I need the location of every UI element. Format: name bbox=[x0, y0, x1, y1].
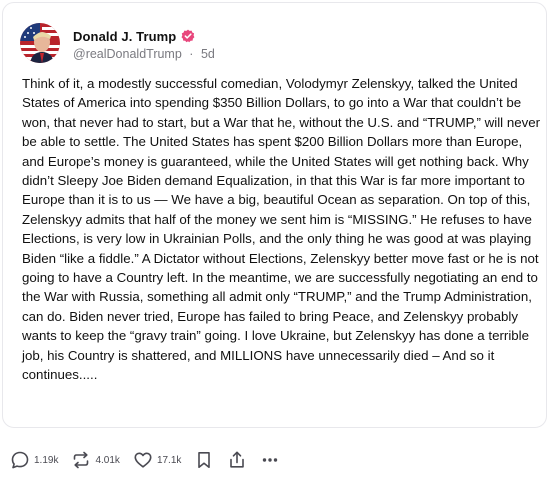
author-row: Donald J. Trump bbox=[73, 27, 215, 45]
reply-icon bbox=[10, 450, 30, 470]
verified-badge-icon bbox=[181, 29, 195, 43]
author-handle[interactable]: @realDonaldTrump bbox=[73, 47, 182, 61]
more-icon bbox=[260, 450, 280, 470]
share-button[interactable] bbox=[227, 450, 247, 470]
retruth-button[interactable]: 4.01k bbox=[71, 450, 120, 470]
like-icon bbox=[133, 450, 153, 470]
avatar-image bbox=[20, 23, 60, 63]
post-card: Donald J. Trump @realDonaldTrump · 5d Th… bbox=[2, 2, 547, 428]
author-name[interactable]: Donald J. Trump bbox=[73, 29, 176, 44]
handle-row: @realDonaldTrump · 5d bbox=[73, 47, 215, 61]
reply-button[interactable]: 1.19k bbox=[10, 450, 58, 470]
more-options-button[interactable] bbox=[260, 450, 280, 470]
post-timestamp[interactable]: 5d bbox=[201, 47, 215, 61]
bookmark-icon bbox=[194, 450, 214, 470]
like-button[interactable]: 17.1k bbox=[133, 450, 181, 470]
post-header: Donald J. Trump @realDonaldTrump · 5d bbox=[73, 27, 215, 62]
bookmark-button[interactable] bbox=[194, 450, 214, 470]
meta-separator: · bbox=[189, 47, 194, 61]
retruth-count: 4.01k bbox=[95, 454, 120, 466]
post-body-text: Think of it, a modestly successful comed… bbox=[22, 76, 541, 383]
avatar[interactable] bbox=[20, 23, 60, 63]
retruth-icon bbox=[71, 450, 91, 470]
post-actions-bar: 1.19k 4.01k 17.1k bbox=[10, 447, 293, 473]
share-icon bbox=[227, 450, 247, 470]
like-count: 17.1k bbox=[156, 454, 182, 466]
reply-count: 1.19k bbox=[34, 454, 59, 466]
